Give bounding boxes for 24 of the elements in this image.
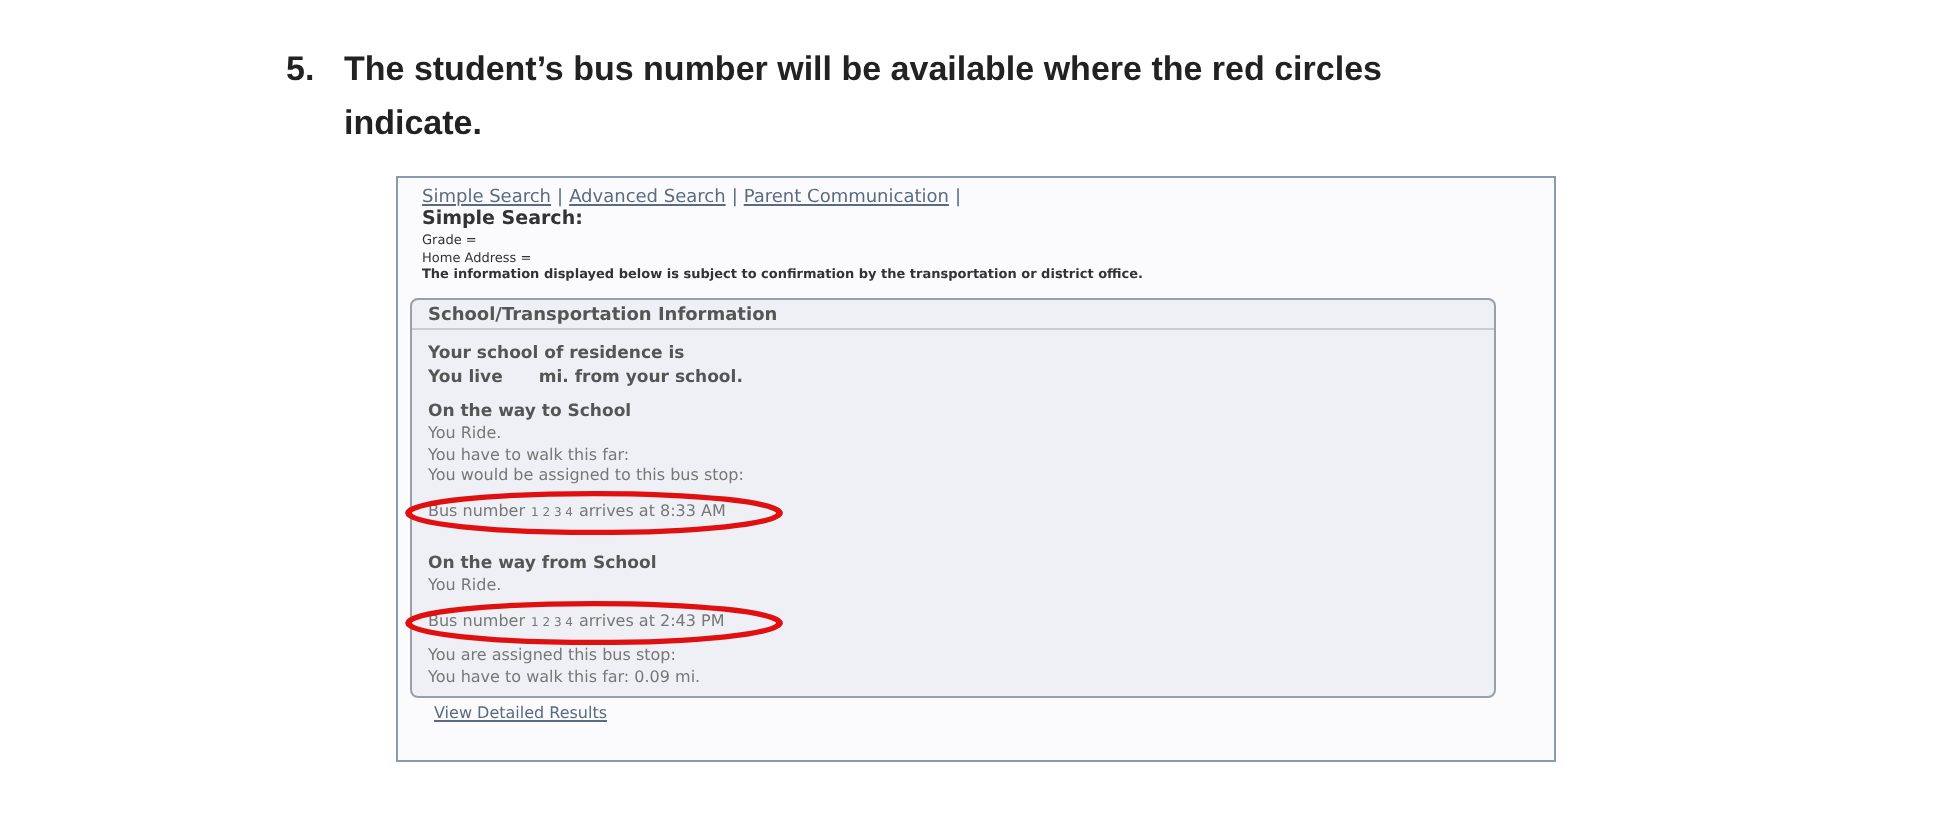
info-text: You Ride. [428, 424, 504, 445]
nav-link[interactable]: Parent Communication [743, 188, 949, 208]
section-heading: On the way to School [428, 400, 634, 424]
info-text: You are assigned this bus stop: [428, 646, 678, 667]
info-text: You Ride. [428, 576, 504, 597]
results-link[interactable]: View Detailed Results [434, 704, 608, 722]
link-separator: | [954, 188, 962, 208]
search-title: Simple Search: [422, 208, 585, 232]
info-text: You have to walk this far: 0.09 mi. [428, 667, 703, 688]
link-separator: | [731, 188, 738, 208]
residence-text: Your school of residence is [428, 342, 687, 366]
info-text: You have to walk this far: [428, 445, 632, 466]
instruction-text: The student’s bus number will be available where the red circles indicate. [344, 48, 1384, 146]
link-separator: | [557, 188, 564, 208]
nav-link[interactable]: Advanced Search [569, 188, 726, 208]
arrival-text: arrives at 8:33 AM [579, 501, 726, 522]
arrival-text: arrives at 2:43 PM [579, 611, 725, 632]
section-heading: On the way from School [428, 552, 659, 576]
panel-title: School/Transportation Information [412, 304, 1494, 330]
info-text: You would be assigned to this bus stop: [428, 466, 746, 487]
distance-text: You live [428, 366, 503, 390]
nav-link[interactable]: Simple Search [422, 188, 552, 208]
distance-text: mi. from your school. [538, 366, 743, 390]
step-number: 5. [286, 48, 317, 92]
